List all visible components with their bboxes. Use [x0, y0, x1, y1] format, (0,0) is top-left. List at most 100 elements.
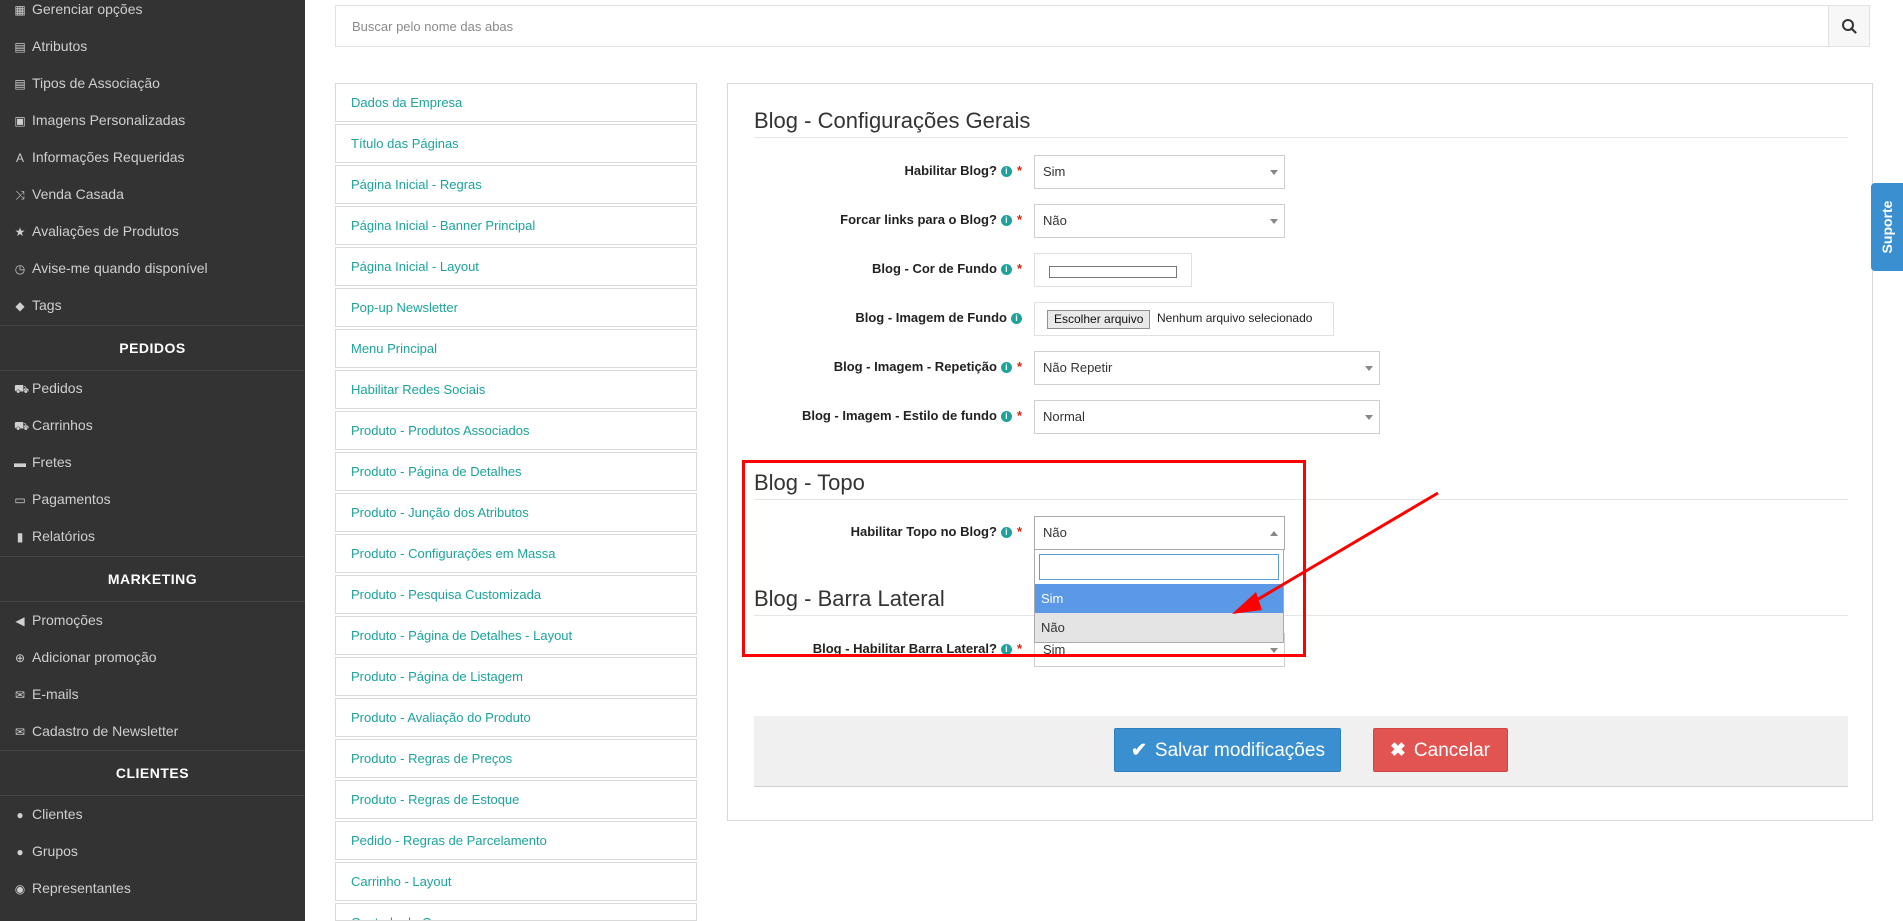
sidebar-item-imagens-personalizadas[interactable]: ▣ Imagens Personalizadas: [14, 108, 185, 132]
check-icon: ✔: [1131, 740, 1147, 761]
font-icon: A: [15, 151, 24, 165]
field-label-imagem-repeticao: Blog - Imagem - Repetição i *: [834, 357, 1022, 377]
search-icon: [1842, 19, 1857, 34]
tab-item[interactable]: Pedido - Regras de Parcelamento: [335, 821, 697, 860]
sidebar-item-representantes[interactable]: ◉ Representantes: [14, 876, 131, 900]
tab-item[interactable]: Produto - Página de Detalhes - Layout: [335, 616, 697, 655]
tab-item[interactable]: Página Inicial - Regras: [335, 165, 697, 204]
sidebar-item-pedidos[interactable]: ⛟ Pedidos: [14, 376, 83, 400]
user-circle-icon: ◉: [14, 882, 26, 896]
sidebar-item-label: Carrinhos: [32, 417, 93, 433]
sidebar-item-carrinhos[interactable]: ⛟ Carrinhos: [14, 413, 93, 437]
sidebar-item-label: Imagens Personalizadas: [32, 112, 186, 128]
section-title-barra-lateral: Blog - Barra Lateral: [754, 585, 1848, 616]
info-icon: i: [1000, 166, 1012, 177]
caret-up-icon: [1270, 531, 1278, 536]
save-button[interactable]: ✔ Salvar modificações: [1114, 728, 1341, 772]
tab-item[interactable]: Produto - Página de Listagem: [335, 657, 697, 696]
sidebar-item-label: Fretes: [32, 454, 72, 470]
tab-item[interactable]: Produto - Regras de Estoque: [335, 780, 697, 819]
sidebar-item-atributos[interactable]: ▤ Atributos: [14, 34, 87, 58]
sidebar-item-tipos-associacao[interactable]: ▤ Tipos de Associação: [14, 71, 160, 95]
cor-fundo-color-picker[interactable]: [1034, 253, 1192, 287]
sidebar-item-tags[interactable]: ◆ Tags: [14, 293, 61, 317]
credit-card-icon: ▭: [14, 493, 26, 507]
tab-item[interactable]: Produto - Regras de Preços: [335, 739, 697, 778]
tab-item[interactable]: Página Inicial - Banner Principal: [335, 206, 697, 245]
forcar-links-select[interactable]: Não: [1034, 204, 1285, 238]
sidebar-item-label: Grupos: [32, 843, 78, 859]
tab-item[interactable]: Menu Principal: [335, 329, 697, 368]
imagem-estilo-select[interactable]: Normal: [1034, 400, 1380, 434]
field-label-imagem-fundo: Blog - Imagem de Fundo i: [855, 308, 1022, 328]
field-label-text: Blog - Imagem - Estilo de fundo: [801, 408, 997, 423]
tab-item[interactable]: Produto - Configurações em Massa: [335, 534, 697, 573]
select-value: Não: [1043, 213, 1067, 228]
habilitar-topo-dropdown: Sim Não: [1034, 549, 1284, 643]
sidebar-section-clientes: CLIENTES: [0, 750, 305, 796]
tab-item[interactable]: Controle de Ca...: [335, 903, 697, 921]
envelope-icon: ✉: [14, 688, 26, 702]
sidebar-item-informacoes-requeridas[interactable]: A Informações Requeridas: [14, 145, 185, 169]
tab-item[interactable]: Pop-up Newsletter: [335, 288, 697, 327]
field-label-text: Habilitar Blog?: [904, 163, 997, 178]
tab-item[interactable]: Página Inicial - Layout: [335, 247, 697, 286]
tab-item[interactable]: Produto - Junção dos Atributos: [335, 493, 697, 532]
choose-file-button[interactable]: Escolher arquivo: [1047, 310, 1151, 329]
caret-down-icon: [1270, 170, 1278, 175]
dropdown-option-nao[interactable]: Não: [1035, 613, 1283, 642]
tab-item[interactable]: Dados da Empresa: [335, 83, 697, 122]
search-input[interactable]: [336, 6, 1833, 46]
sidebar-item-label: Avise-me quando disponível: [32, 260, 208, 276]
sidebar-item-grupos[interactable]: ● Grupos: [14, 839, 78, 863]
field-label-text: Blog - Habilitar Barra Lateral?: [812, 641, 997, 656]
sidebar-item-label: Tipos de Associação: [32, 75, 160, 91]
sidebar-item-label: Venda Casada: [32, 186, 124, 202]
support-tab[interactable]: Suporte: [1871, 183, 1903, 271]
field-label-text: Blog - Imagem de Fundo: [855, 310, 1007, 325]
blog-settings-panel: Blog - Configurações Gerais Habilitar Bl…: [727, 83, 1873, 821]
tab-item[interactable]: Produto - Página de Detalhes: [335, 452, 697, 491]
sidebar-item-avaliacoes[interactable]: ★ Avaliações de Produtos: [14, 219, 179, 243]
sidebar-item-clientes[interactable]: ● Clientes: [14, 802, 82, 826]
sidebar-item-promocoes[interactable]: ◀ Promoções: [14, 608, 103, 632]
truck-icon: ▬: [14, 456, 26, 470]
field-label-text: Blog - Cor de Fundo: [872, 261, 997, 276]
tag-icon: ◆: [15, 299, 25, 313]
dropdown-option-sim[interactable]: Sim: [1035, 584, 1283, 613]
info-icon: i: [1011, 313, 1022, 324]
sidebar-item-relatorios[interactable]: ▮ Relatórios: [14, 524, 95, 548]
section-title-general: Blog - Configurações Gerais: [754, 107, 1848, 138]
sidebar-item-cadastro-newsletter[interactable]: ✉ Cadastro de Newsletter: [14, 719, 178, 743]
tab-item[interactable]: Produto - Avaliação do Produto: [335, 698, 697, 737]
cart-icon: ⛟: [14, 382, 30, 396]
imagem-fundo-file-input: Escolher arquivo Nenhum arquivo selecion…: [1034, 302, 1334, 336]
sidebar-item-fretes[interactable]: ▬ Fretes: [14, 450, 72, 474]
sidebar-item-gerenciar-opcoes[interactable]: ▦ Gerenciar opções: [14, 0, 142, 21]
habilitar-topo-select[interactable]: Não: [1034, 516, 1285, 550]
save-button-label: Salvar modificações: [1154, 740, 1325, 761]
cancel-button[interactable]: ✖ Cancelar: [1373, 728, 1508, 772]
required-mark: *: [1016, 212, 1022, 227]
sidebar-item-emails[interactable]: ✉ E-mails: [14, 682, 79, 706]
sidebar-item-label: Pedidos: [32, 380, 83, 396]
sidebar-item-pagamentos[interactable]: ▭ Pagamentos: [14, 487, 110, 511]
sidebar-item-avise-me[interactable]: ◷ Avise-me quando disponível: [14, 256, 208, 280]
info-icon: i: [1000, 411, 1012, 422]
tab-item[interactable]: Habilitar Redes Sociais: [335, 370, 697, 409]
tab-item[interactable]: Produto - Produtos Associados: [335, 411, 697, 450]
tab-item[interactable]: Produto - Pesquisa Customizada: [335, 575, 697, 614]
dropdown-search-input[interactable]: [1039, 554, 1279, 580]
habilitar-blog-select[interactable]: Sim: [1034, 155, 1285, 189]
imagem-repeticao-select[interactable]: Não Repetir: [1034, 351, 1380, 385]
field-label-forcar-links: Forcar links para o Blog? i *: [840, 210, 1022, 230]
sidebar-item-label: Promoções: [32, 612, 103, 628]
select-value: Normal: [1043, 409, 1085, 424]
search-button[interactable]: [1828, 6, 1869, 46]
sidebar-item-venda-casada[interactable]: ⤨ Venda Casada: [14, 182, 124, 206]
info-icon: i: [1000, 527, 1012, 538]
shuffle-icon: ⤨: [15, 188, 25, 202]
sidebar-item-adicionar-promocao[interactable]: ⊕ Adicionar promoção: [14, 645, 157, 669]
tab-item[interactable]: Título das Páginas: [335, 124, 697, 163]
tab-item[interactable]: Carrinho - Layout: [335, 862, 697, 901]
